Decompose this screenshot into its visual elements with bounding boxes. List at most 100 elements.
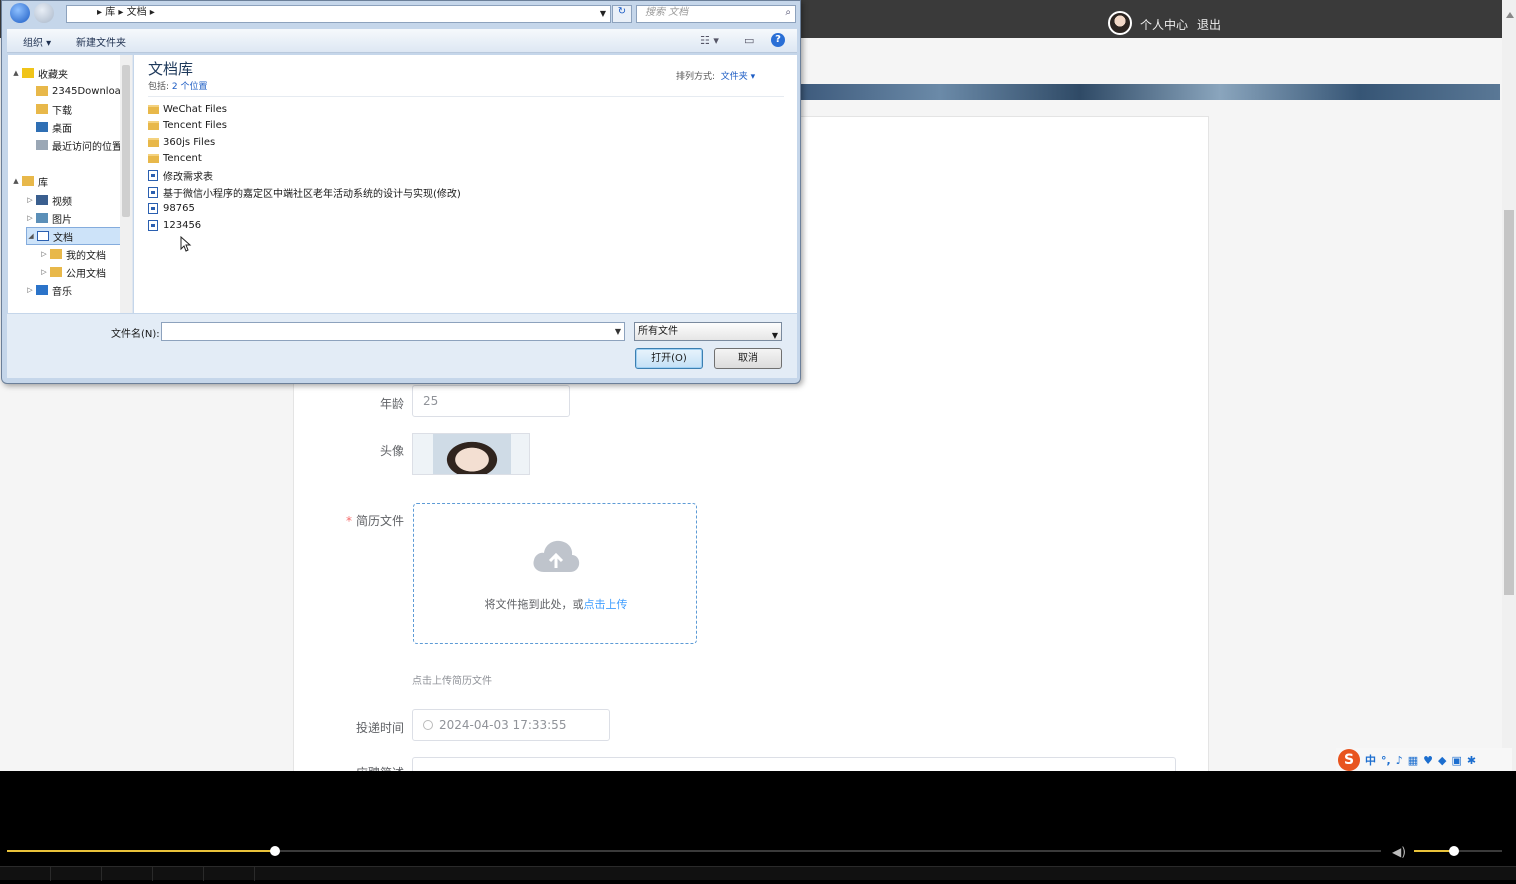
scrollbar-thumb[interactable]: [1504, 210, 1514, 595]
player-control-slot[interactable]: [102, 867, 153, 881]
microphone-icon[interactable]: ♪: [1396, 754, 1403, 767]
upload-text: 将文件拖到此处，或: [484, 598, 584, 611]
page-scrollbar[interactable]: [1502, 0, 1516, 771]
new-folder-button[interactable]: 新建文件夹: [76, 34, 126, 49]
avatar-image[interactable]: [412, 433, 530, 475]
open-button[interactable]: 打开(O): [635, 348, 703, 369]
banner-image: [800, 84, 1500, 100]
nav-item[interactable]: ▷ 音乐: [26, 281, 72, 299]
avatar-label: 头像: [379, 444, 404, 458]
expand-arrow-icon[interactable]: ▷: [26, 286, 34, 294]
user-center-link[interactable]: 个人中心: [1140, 16, 1188, 33]
nav-item[interactable]: ◢ 文档: [26, 227, 132, 245]
volume-icon[interactable]: ◀): [1392, 845, 1406, 859]
expand-arrow-icon[interactable]: ▷: [26, 196, 34, 204]
breadcrumb-documents[interactable]: 文档: [127, 7, 147, 18]
file-item[interactable]: 修改需求表: [148, 167, 213, 183]
description-input[interactable]: [412, 757, 1176, 771]
filetype-select[interactable]: 所有文件 ▼: [634, 322, 782, 341]
expand-arrow-icon[interactable]: ▷: [40, 268, 48, 276]
nav-item-label: 桌面: [52, 123, 72, 135]
player-control-slot[interactable]: [51, 867, 102, 881]
address-path[interactable]: ▸ 库 ▸ 文档 ▸ ▼: [66, 5, 611, 23]
submit-time-input[interactable]: 2024-04-03 17:33:55: [412, 709, 610, 741]
progress-track[interactable]: [7, 846, 1381, 856]
expand-arrow-icon[interactable]: ▷: [26, 214, 34, 222]
folder-item[interactable]: Tencent: [148, 151, 202, 167]
expand-arrow-icon[interactable]: ▷: [40, 250, 48, 258]
logout-link[interactable]: 退出: [1197, 16, 1221, 33]
help-icon[interactable]: ?: [771, 33, 785, 47]
organize-button[interactable]: 组织 ▾: [23, 34, 51, 49]
recent-places-icon: [36, 140, 48, 150]
sort-dropdown[interactable]: 文件夹 ▾: [721, 72, 755, 82]
user-avatar[interactable]: [1108, 11, 1132, 35]
preview-pane-icon[interactable]: ▭: [744, 34, 754, 47]
nav-item[interactable]: ▷ 我的文档: [40, 245, 106, 263]
expand-arrow-icon[interactable]: ◢: [27, 232, 35, 240]
nav-item[interactable]: ▲ 收藏夹: [12, 64, 68, 82]
volume-knob[interactable]: [1448, 846, 1459, 856]
folder-item[interactable]: Tencent Files: [148, 118, 227, 134]
sort-label: 排列方式:: [676, 72, 716, 82]
click-upload-link[interactable]: 点击上传: [584, 598, 628, 611]
folder-item[interactable]: WeChat Files: [148, 101, 227, 117]
keyboard-icon[interactable]: ▦: [1408, 754, 1418, 767]
includes-locations-link[interactable]: 2 个位置: [172, 82, 208, 92]
nav-item[interactable]: ▲ 库: [12, 172, 48, 190]
address-dropdown-icon[interactable]: ▼: [600, 7, 606, 21]
nav-item[interactable]: 下载: [26, 100, 72, 118]
view-options-icon[interactable]: ☷ ▾: [700, 34, 719, 47]
file-name: Tencent Files: [163, 120, 227, 132]
sogou-logo-icon[interactable]: S: [1338, 749, 1360, 771]
nav-item[interactable]: 最近访问的位置: [26, 136, 122, 154]
nav-item[interactable]: 2345Downloads: [26, 82, 132, 100]
file-open-dialog: ▸ 库 ▸ 文档 ▸ ▼ ↻ 搜索 文档 ⌕ 组织 ▾ 新建文件夹 ☷ ▾ ▭ …: [1, 0, 801, 384]
resume-label-text: 简历文件: [355, 514, 404, 528]
breadcrumb-library[interactable]: 库: [105, 7, 115, 18]
submit-time-label: 投递时间: [355, 721, 404, 735]
required-mark: *: [345, 514, 352, 528]
player-control-slot[interactable]: [204, 867, 255, 881]
nav-item-label: 音乐: [52, 286, 72, 298]
nav-item[interactable]: ▷ 公用文档: [40, 263, 106, 281]
folder-item[interactable]: 360js Files: [148, 134, 215, 150]
folder-icon: [148, 137, 159, 147]
file-item[interactable]: 123456: [148, 217, 201, 233]
search-placeholder: 搜索 文档: [645, 7, 689, 18]
progress-knob[interactable]: [269, 846, 280, 856]
nav-item[interactable]: ▷ 图片: [26, 209, 72, 227]
file-name: 基于微信小程序的嘉定区中端社区老年活动系统的设计与实现(修改): [163, 188, 461, 200]
search-icon[interactable]: ⌕: [785, 6, 791, 20]
cancel-button[interactable]: 取消: [714, 348, 782, 369]
ime-mode-toggle[interactable]: 中: [1365, 752, 1376, 768]
file-item[interactable]: 基于微信小程序的嘉定区中端社区老年活动系统的设计与实现(修改): [148, 184, 461, 200]
punctuation-icon[interactable]: °,: [1381, 754, 1391, 767]
nav-item[interactable]: ▷ 视频: [26, 191, 72, 209]
filename-input[interactable]: ▼: [161, 322, 625, 341]
sort-control: 排列方式: 文件夹 ▾: [676, 69, 755, 82]
nav-item[interactable]: 桌面: [26, 118, 72, 136]
nav-scrollbar-thumb[interactable]: [122, 65, 130, 217]
skin-icon[interactable]: ♥: [1423, 754, 1433, 767]
file-item[interactable]: 98765: [148, 201, 195, 217]
resume-upload-dropzone[interactable]: 将文件拖到此处，或点击上传: [413, 503, 697, 644]
expand-arrow-icon[interactable]: ▲: [12, 177, 20, 185]
filename-dropdown-icon[interactable]: ▼: [615, 327, 621, 336]
search-input[interactable]: 搜索 文档 ⌕: [636, 5, 796, 23]
player-control-slot[interactable]: [153, 867, 204, 881]
refresh-icon[interactable]: ↻: [612, 5, 632, 23]
file-name: Tencent: [163, 153, 202, 165]
forward-arrow-icon[interactable]: [34, 3, 54, 23]
toolbox-icon[interactable]: ▣: [1451, 754, 1461, 767]
player-control-slot[interactable]: [0, 867, 51, 881]
back-arrow-icon[interactable]: [10, 3, 30, 23]
nav-item-label: 公用文档: [66, 268, 106, 280]
settings-icon[interactable]: ✱: [1467, 754, 1476, 767]
age-input[interactable]: 25: [412, 385, 570, 417]
nav-scrollbar[interactable]: [120, 55, 132, 313]
expand-arrow-icon[interactable]: ▲: [12, 69, 20, 77]
volume-track[interactable]: [1414, 846, 1502, 856]
scroll-up-icon[interactable]: [1506, 12, 1514, 18]
game-icon[interactable]: ◆: [1438, 754, 1446, 767]
